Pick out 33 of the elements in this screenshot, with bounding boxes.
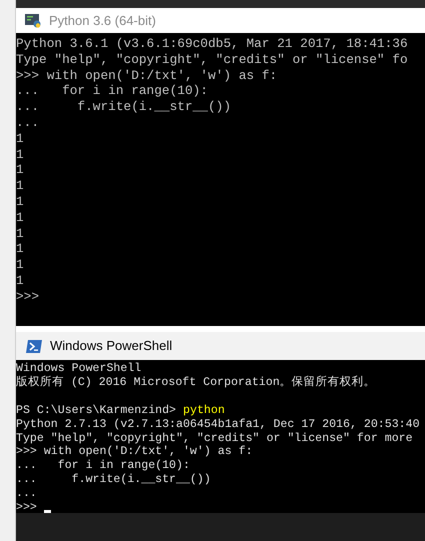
console-line: Python 2.7.13 (v2.7.13:a06454b1afa1, Dec 17 2016, 20:53:40	[16, 418, 420, 432]
console-line: >>> with open('D:/txt', 'w') as f:	[16, 445, 253, 460]
console-line: 1	[16, 210, 24, 226]
console-line: Python 3.6.1 (v3.6.1:69c0db5, Mar 21 2017, 18:41:36	[16, 36, 408, 52]
console-line: >>>	[16, 288, 40, 305]
console-line: ... f.write(i.__str__())	[16, 473, 211, 488]
console-line: ...	[16, 487, 37, 502]
console-line: ...	[16, 114, 40, 131]
console-prompt: PS C:\Users\Karmenzind>	[16, 404, 176, 418]
console-command: python	[183, 404, 225, 418]
console-line: 版权所有 (C) 2016 Microsoft Corporation。保留所有权利。	[16, 376, 376, 390]
window-title: Windows PowerShell	[50, 337, 172, 356]
console-line: Windows PowerShell	[16, 362, 142, 376]
console-line: 1	[16, 146, 24, 162]
console-line: ... for i in range(10):	[16, 83, 208, 100]
console-line: 1	[16, 241, 24, 258]
console-line: >>> with open('D:/txt', 'w') as f:	[16, 68, 278, 84]
console-line: Type "help", "copyright", "credits" or "license" for more	[16, 432, 413, 446]
text-cursor	[44, 510, 51, 513]
console-line: 1	[16, 162, 24, 178]
console-line: ... f.write(i.__str__())	[16, 99, 232, 115]
powershell-icon	[26, 340, 42, 352]
console-line: >>>	[16, 501, 37, 513]
console-line: 1	[16, 257, 24, 273]
python-console-icon	[25, 14, 41, 28]
console-line: 1	[16, 130, 24, 147]
console-line: 1	[16, 272, 24, 289]
console-line: 1	[16, 194, 24, 210]
console-line: Type "help", "copyright", "credits" or "license" fo	[16, 52, 408, 68]
console-line: 1	[16, 178, 24, 194]
console-line: 1	[16, 226, 24, 242]
window-title: Python 3.6 (64-bit)	[49, 12, 156, 30]
console-line: ... for i in range(10):	[16, 459, 190, 474]
